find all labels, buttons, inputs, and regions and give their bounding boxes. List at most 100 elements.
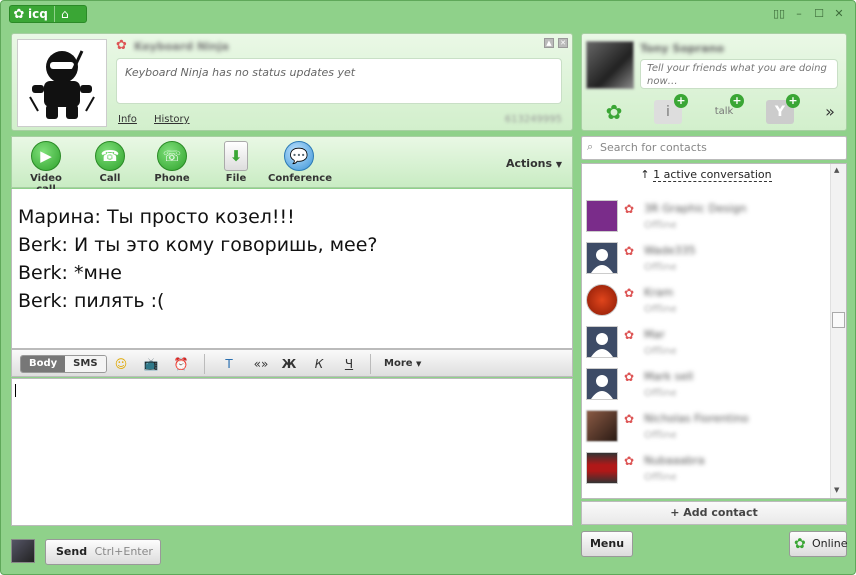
active-conversation-label: 1 active conversation: [653, 168, 772, 182]
conference-label: Conference: [268, 173, 333, 184]
contact-item[interactable]: ✿ Nubaaabra Offline: [586, 452, 826, 492]
contact-status: Offline: [644, 430, 677, 441]
phone-handset-icon: ☎: [95, 141, 125, 171]
status-flower-icon: ✿: [624, 244, 635, 258]
contact-item[interactable]: ✿ Wade335 Offline: [586, 242, 826, 282]
file-icon: ⬇: [224, 141, 248, 171]
conference-button[interactable]: 💬 Conference: [268, 141, 333, 184]
underline-button[interactable]: Ч: [340, 356, 358, 372]
active-conversation-link[interactable]: ↑ 1 active conversation: [582, 168, 830, 182]
home-icon[interactable]: ⌂: [55, 6, 75, 22]
arrow-up-icon: ↑: [640, 168, 650, 181]
body-sms-toggle: Body SMS: [20, 355, 107, 373]
status-flower-icon: ✿: [624, 370, 635, 384]
send-label: Send: [56, 545, 88, 558]
contact-avatar: [586, 200, 618, 232]
contact-status-message: Keyboard Ninja has no status updates yet: [116, 58, 562, 104]
my-profile: Tony Soprano Tell your friends what you …: [581, 33, 847, 131]
search-input[interactable]: ⌕ Search for contacts: [581, 136, 847, 160]
contact-avatar[interactable]: [17, 39, 107, 127]
body-tab[interactable]: Body: [21, 356, 66, 372]
yahoo-service-icon[interactable]: Y +: [766, 94, 800, 124]
alarm-clock-icon[interactable]: ⏰: [172, 356, 190, 372]
contact-list-scrollbar[interactable]: ▲ ▼: [830, 164, 846, 498]
separator: [370, 354, 371, 374]
add-plus-icon: +: [674, 94, 688, 108]
icq-logo-button[interactable]: ✿ icq ⌂: [9, 5, 87, 23]
message-line: Berk: *мне: [18, 262, 122, 284]
contact-name: 3R Graphic Design: [644, 202, 747, 215]
add-contact-label: Add contact: [683, 506, 758, 519]
status-flower-icon: ✿: [624, 412, 635, 426]
text-caret: [15, 384, 16, 397]
file-button[interactable]: ⬇ File: [216, 141, 256, 184]
status-flower-icon: ✿: [624, 454, 635, 468]
more-label: More: [384, 358, 413, 369]
contact-name: Kram: [644, 286, 674, 299]
app-name: icq: [28, 6, 55, 22]
minimize-button[interactable]: –: [791, 7, 807, 21]
video-camera-icon: ▶: [31, 141, 61, 171]
more-dropdown[interactable]: More ▼: [384, 356, 434, 372]
online-status-button[interactable]: ✿ Online: [789, 531, 847, 557]
scroll-up-icon[interactable]: ▲: [834, 166, 839, 174]
menu-button[interactable]: Menu: [581, 531, 633, 557]
maximize-button[interactable]: ☐: [811, 7, 827, 21]
tv-icon[interactable]: 📺: [142, 356, 160, 372]
contact-item[interactable]: ✿ 3R Graphic Design Offline: [586, 200, 826, 240]
contact-item[interactable]: ✿ Kram Offline: [586, 284, 826, 324]
actions-dropdown[interactable]: Actions ▼: [506, 157, 562, 170]
italic-button[interactable]: К: [310, 356, 328, 372]
translit-icon[interactable]: T: [220, 356, 238, 372]
gtalk-service-icon[interactable]: talk +: [710, 94, 744, 124]
close-button[interactable]: ✕: [831, 7, 847, 21]
call-button[interactable]: ☎ Call: [90, 141, 130, 184]
chat-toolbar: ▶ Video call ☎ Call ☏ Phone ⬇ File 💬 Con…: [11, 136, 573, 195]
chevron-down-icon: ▼: [555, 160, 562, 169]
desk-phone-icon: ☏: [157, 141, 187, 171]
info-service-icon[interactable]: i +: [654, 94, 688, 124]
scrollbar-thumb[interactable]: [832, 312, 845, 328]
phone-button[interactable]: ☏ Phone: [152, 141, 192, 184]
video-call-button[interactable]: ▶ Video call: [20, 141, 72, 195]
contact-uin: 613249995: [504, 114, 562, 125]
icq-service-icon[interactable]: ✿: [600, 100, 628, 124]
default-avatar-icon: [586, 242, 618, 274]
plus-icon: +: [670, 506, 680, 519]
contact-item[interactable]: ✿ Mar Offline: [586, 326, 826, 366]
add-contact-button[interactable]: + Add contact: [581, 501, 847, 525]
status-flower-icon: ✿: [624, 328, 635, 342]
message-line: Марина: Ты просто козел!!!: [18, 206, 295, 228]
contact-item[interactable]: ✿ Nicholas Fiorentino Offline: [586, 410, 826, 450]
call-label: Call: [99, 173, 121, 184]
contact-name: Nicholas Fiorentino: [644, 412, 749, 425]
info-link[interactable]: Info: [118, 114, 137, 125]
quote-button[interactable]: «»: [250, 356, 272, 372]
more-services-icon[interactable]: »: [816, 100, 844, 124]
sms-tab[interactable]: SMS: [65, 356, 106, 372]
smiley-icon[interactable]: ☺: [112, 356, 130, 372]
send-button[interactable]: Send Ctrl+Enter: [45, 539, 161, 565]
icq-flower-icon: ✿: [13, 6, 25, 22]
contact-status: Offline: [644, 220, 677, 231]
my-avatar-thumbnail[interactable]: [11, 539, 35, 563]
history-link[interactable]: History: [154, 114, 190, 125]
my-status-input[interactable]: Tell your friends what you are doing now…: [640, 59, 838, 89]
contact-status: Offline: [644, 304, 677, 315]
contact-name: Nubaaabra: [644, 454, 705, 467]
contact-item[interactable]: ✿ Mark sell Offline: [586, 368, 826, 408]
compact-view-icon[interactable]: ▯▯: [771, 7, 787, 21]
my-avatar[interactable]: [586, 41, 634, 89]
format-bar: Body SMS ☺ 📺 ⏰ T «» Ж К Ч More ▼: [11, 349, 573, 377]
online-flower-icon: ✿: [794, 536, 806, 552]
scroll-down-icon[interactable]: ▼: [834, 486, 839, 494]
bold-button[interactable]: Ж: [280, 356, 298, 372]
title-bar: ✿ icq ⌂ ▯▯ – ☐ ✕: [1, 1, 855, 27]
separator: [204, 354, 205, 374]
contact-name: Mark sell: [644, 370, 694, 383]
contact-status: Offline: [644, 472, 677, 483]
close-profile-icon[interactable]: ✕: [558, 38, 568, 48]
message-input[interactable]: [11, 378, 573, 526]
collapse-profile-icon[interactable]: ▲: [544, 38, 554, 48]
file-label: File: [225, 173, 247, 184]
